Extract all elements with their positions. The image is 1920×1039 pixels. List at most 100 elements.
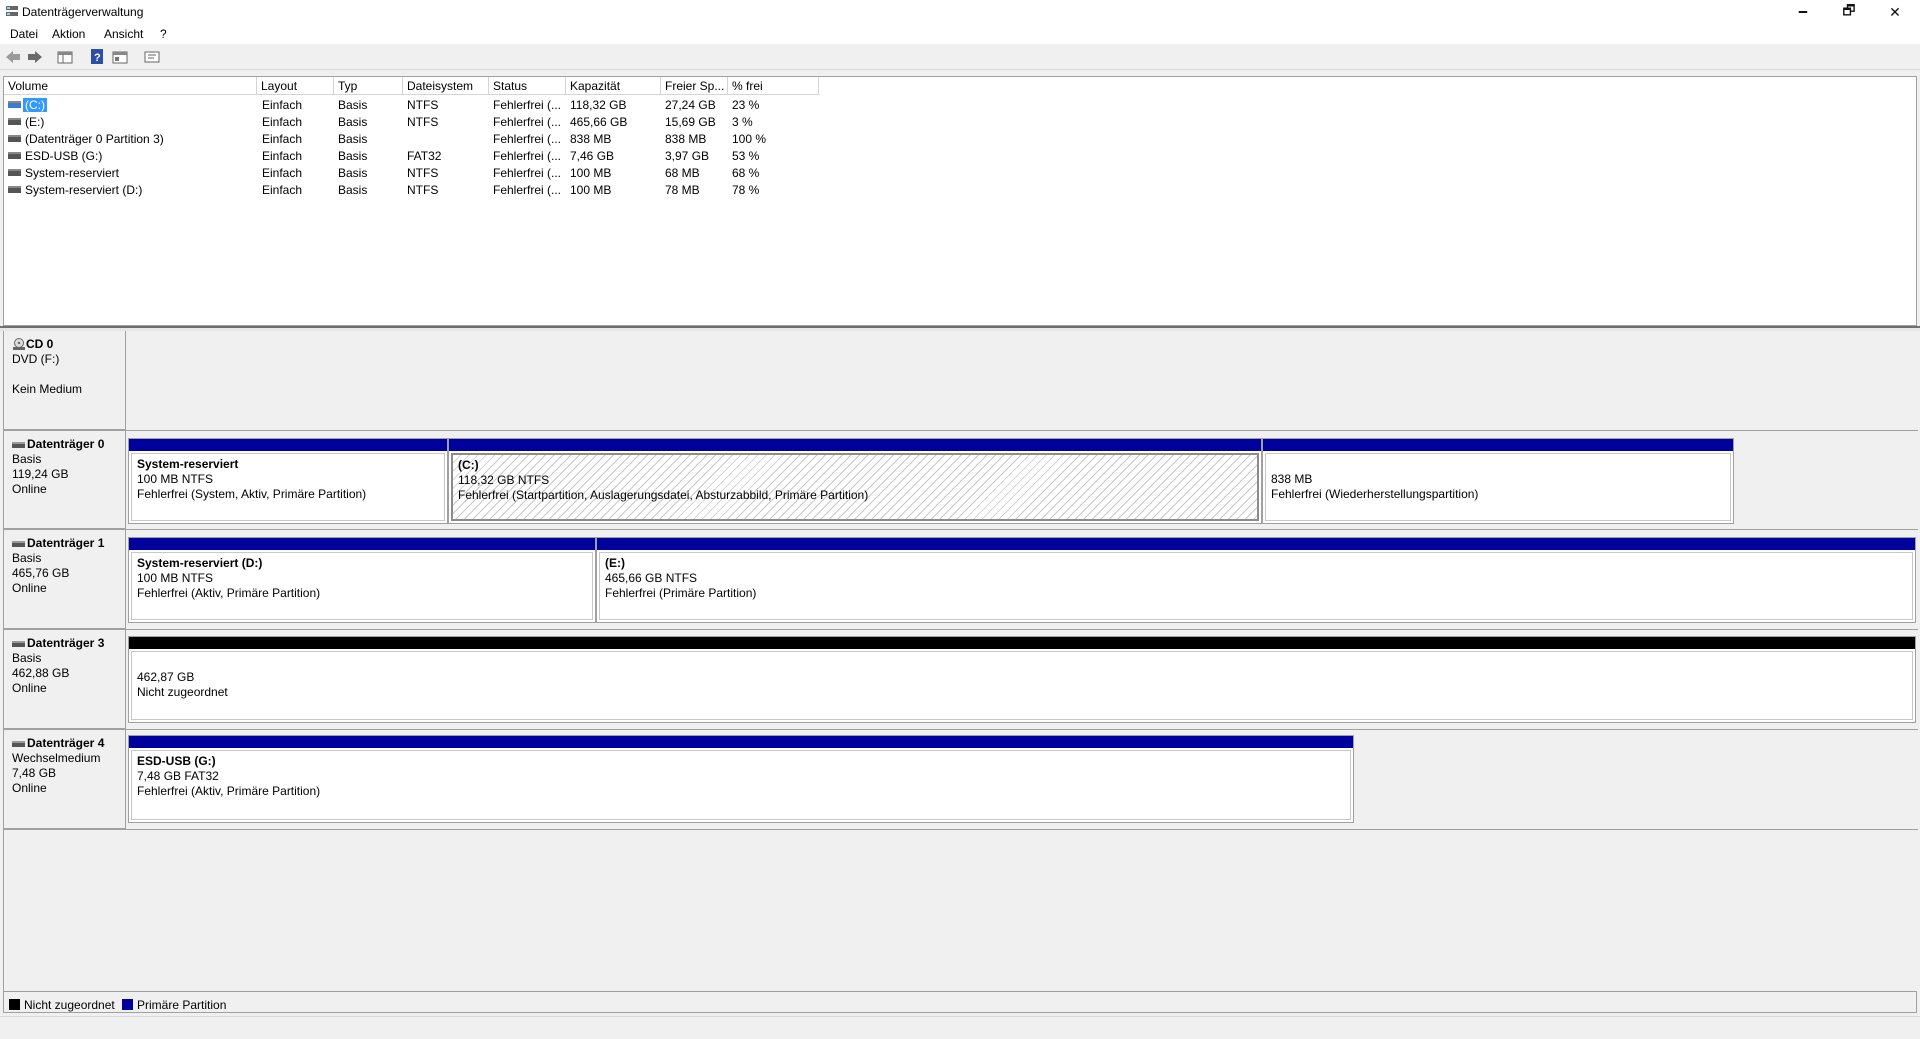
disk-label-d0[interactable]: Datenträger 0 Basis 119,24 GB Online — [4, 431, 126, 529]
list-view-button[interactable] — [143, 48, 161, 65]
cell-freier-speicher: 78 MB — [665, 183, 700, 197]
cell-volume: (Datenträger 0 Partition 3) — [25, 132, 164, 146]
legend-swatch-unallocated — [9, 999, 20, 1010]
disk-type: Basis — [12, 452, 42, 466]
properties-button[interactable] — [111, 48, 129, 65]
partition-name: (E:) — [605, 556, 625, 570]
partition-esd-usb[interactable]: ESD-USB (G:) 7,48 GB FAT32 Fehlerfrei (A… — [128, 735, 1354, 823]
disk-label-cd0[interactable]: CD 0 DVD (F:) Kein Medium — [4, 331, 126, 430]
cell-layout: Einfach — [262, 149, 303, 163]
partition-name: (C:) — [458, 458, 479, 472]
cell-typ: Basis — [338, 98, 368, 112]
partition-system-reserviert[interactable]: System-reserviert 100 MB NTFS Fehlerfrei… — [128, 438, 448, 524]
volume-list[interactable]: Volume Layout Typ Dateisystem Status Kap… — [3, 76, 1917, 326]
partition-e[interactable]: (E:) 465,66 GB NTFS Fehlerfrei (Primäre … — [596, 537, 1916, 623]
table-row[interactable]: (C:) Einfach Basis NTFS Fehlerfrei (... … — [4, 96, 824, 113]
table-row[interactable]: (E:) Einfach Basis NTFS Fehlerfrei (... … — [4, 113, 824, 130]
legend-swatch-primary — [122, 999, 133, 1010]
partition-recovery[interactable]: 838 MB Fehlerfrei (Wiederherstellungspar… — [1262, 438, 1734, 524]
cell-prozent-frei: 23 % — [732, 98, 760, 112]
cell-layout: Einfach — [262, 115, 303, 129]
cell-prozent-frei: 78 % — [732, 183, 760, 197]
cell-layout: Einfach — [262, 132, 303, 146]
cell-kapazitaet: 7,46 GB — [570, 149, 615, 163]
help-icon: ? — [91, 49, 103, 64]
partition-body: System-reserviert 100 MB NTFS Fehlerfrei… — [131, 453, 445, 521]
cell-kapazitaet: 838 MB — [570, 132, 612, 146]
partition-c[interactable]: (C:) 118,32 GB NTFS Fehlerfrei (Startpar… — [448, 438, 1262, 524]
partition-system-reserviert-d[interactable]: System-reserviert (D:) 100 MB NTFS Fehle… — [128, 537, 596, 623]
maximize-button[interactable]: 🗗 — [1826, 0, 1872, 24]
partition-size: 100 MB NTFS — [137, 472, 214, 486]
col-typ[interactable]: Typ — [334, 77, 403, 95]
title-bar: Datenträgerverwaltung 🗕 🗗 ✕ — [0, 0, 1920, 24]
disk-label-d3[interactable]: Datenträger 3 Basis 462,88 GB Online — [4, 630, 126, 729]
partition-status: Fehlerfrei (Aktiv, Primäre Partition) — [137, 586, 321, 600]
table-row[interactable]: System-reserviert (D:) Einfach Basis NTF… — [4, 181, 824, 198]
col-volume[interactable]: Volume — [4, 77, 257, 95]
cell-dateisystem: NTFS — [407, 166, 439, 180]
disk-label-d1[interactable]: Datenträger 1 Basis 465,76 GB Online — [4, 530, 126, 629]
cell-prozent-frei: 3 % — [732, 115, 753, 129]
partition-type-bar — [129, 637, 1915, 649]
menu-datei[interactable]: Datei — [10, 27, 38, 41]
partition-unallocated[interactable]: 462,87 GB Nicht zugeordnet — [128, 636, 1916, 723]
menu-aktion[interactable]: Aktion — [52, 27, 85, 41]
cell-typ: Basis — [338, 166, 368, 180]
legend: Nicht zugeordnet Primäre Partition — [3, 991, 1917, 1013]
restore-icon: 🗗 — [1842, 2, 1856, 18]
disk-name: Datenträger 1 — [27, 536, 105, 550]
cell-prozent-frei: 100 % — [732, 132, 767, 146]
svg-text:?: ? — [94, 52, 101, 64]
col-prozent-frei[interactable]: % frei — [728, 77, 819, 95]
cell-kapazitaet: 100 MB — [570, 166, 612, 180]
cell-volume: System-reserviert — [25, 166, 120, 180]
disk-name: Datenträger 0 — [27, 437, 105, 451]
col-status[interactable]: Status — [489, 77, 566, 95]
col-dateisystem[interactable]: Dateisystem — [403, 77, 489, 95]
minimize-button[interactable]: 🗕 — [1780, 0, 1826, 24]
cell-status: Fehlerfrei (... — [493, 98, 562, 112]
help-button[interactable]: ? — [88, 48, 106, 65]
console-tree-button[interactable] — [56, 48, 74, 65]
forward-button[interactable] — [26, 48, 44, 65]
disk-name: Datenträger 4 — [27, 736, 105, 750]
status-bar — [0, 1016, 1920, 1039]
cell-status: Fehlerfrei (... — [493, 115, 562, 129]
volume-icon — [8, 169, 21, 176]
disk-drive-letter: DVD (F:) — [12, 352, 60, 366]
disk-separator — [4, 629, 1918, 630]
cell-status: Fehlerfrei (... — [493, 166, 562, 180]
partition-name: ESD-USB (G:) — [137, 754, 216, 768]
cell-prozent-frei: 68 % — [732, 166, 760, 180]
partition-size: 100 MB NTFS — [137, 571, 214, 585]
col-freier-speicher[interactable]: Freier Sp... — [661, 77, 728, 95]
table-row[interactable]: System-reserviert Einfach Basis NTFS Feh… — [4, 164, 824, 181]
cell-status: Fehlerfrei (... — [493, 149, 562, 163]
cell-prozent-frei: 53 % — [732, 149, 760, 163]
partition-body: System-reserviert (D:) 100 MB NTFS Fehle… — [131, 552, 593, 620]
partition-type-bar — [1263, 439, 1733, 451]
close-button[interactable]: ✕ — [1872, 0, 1918, 24]
disk-label-d4[interactable]: Datenträger 4 Wechselmedium 7,48 GB Onli… — [4, 730, 126, 829]
menu-ansicht[interactable]: Ansicht — [104, 27, 143, 41]
disk-separator — [4, 729, 1918, 730]
window-title: Datenträgerverwaltung — [22, 5, 144, 19]
cd-drive-icon — [13, 338, 25, 351]
table-row[interactable]: (Datenträger 0 Partition 3) Einfach Basi… — [4, 130, 824, 147]
disk-management-app-icon — [6, 6, 18, 16]
partition-body-selected: (C:) 118,32 GB NTFS Fehlerfrei (Startpar… — [451, 453, 1259, 521]
cell-volume: System-reserviert (D:) — [25, 183, 143, 197]
close-icon: ✕ — [1889, 3, 1901, 20]
col-kapazitaet[interactable]: Kapazität — [566, 77, 661, 95]
volume-icon — [8, 186, 21, 193]
cell-typ: Basis — [338, 183, 368, 197]
menu-help[interactable]: ? — [160, 27, 167, 41]
col-layout[interactable]: Layout — [257, 77, 334, 95]
back-button[interactable] — [4, 48, 22, 65]
disk-icon — [12, 441, 25, 448]
table-row[interactable]: ESD-USB (G:) Einfach Basis FAT32 Fehlerf… — [4, 147, 824, 164]
disk-name: Datenträger 3 — [27, 636, 105, 650]
disk-separator — [4, 430, 1918, 431]
cell-layout: Einfach — [262, 166, 303, 180]
